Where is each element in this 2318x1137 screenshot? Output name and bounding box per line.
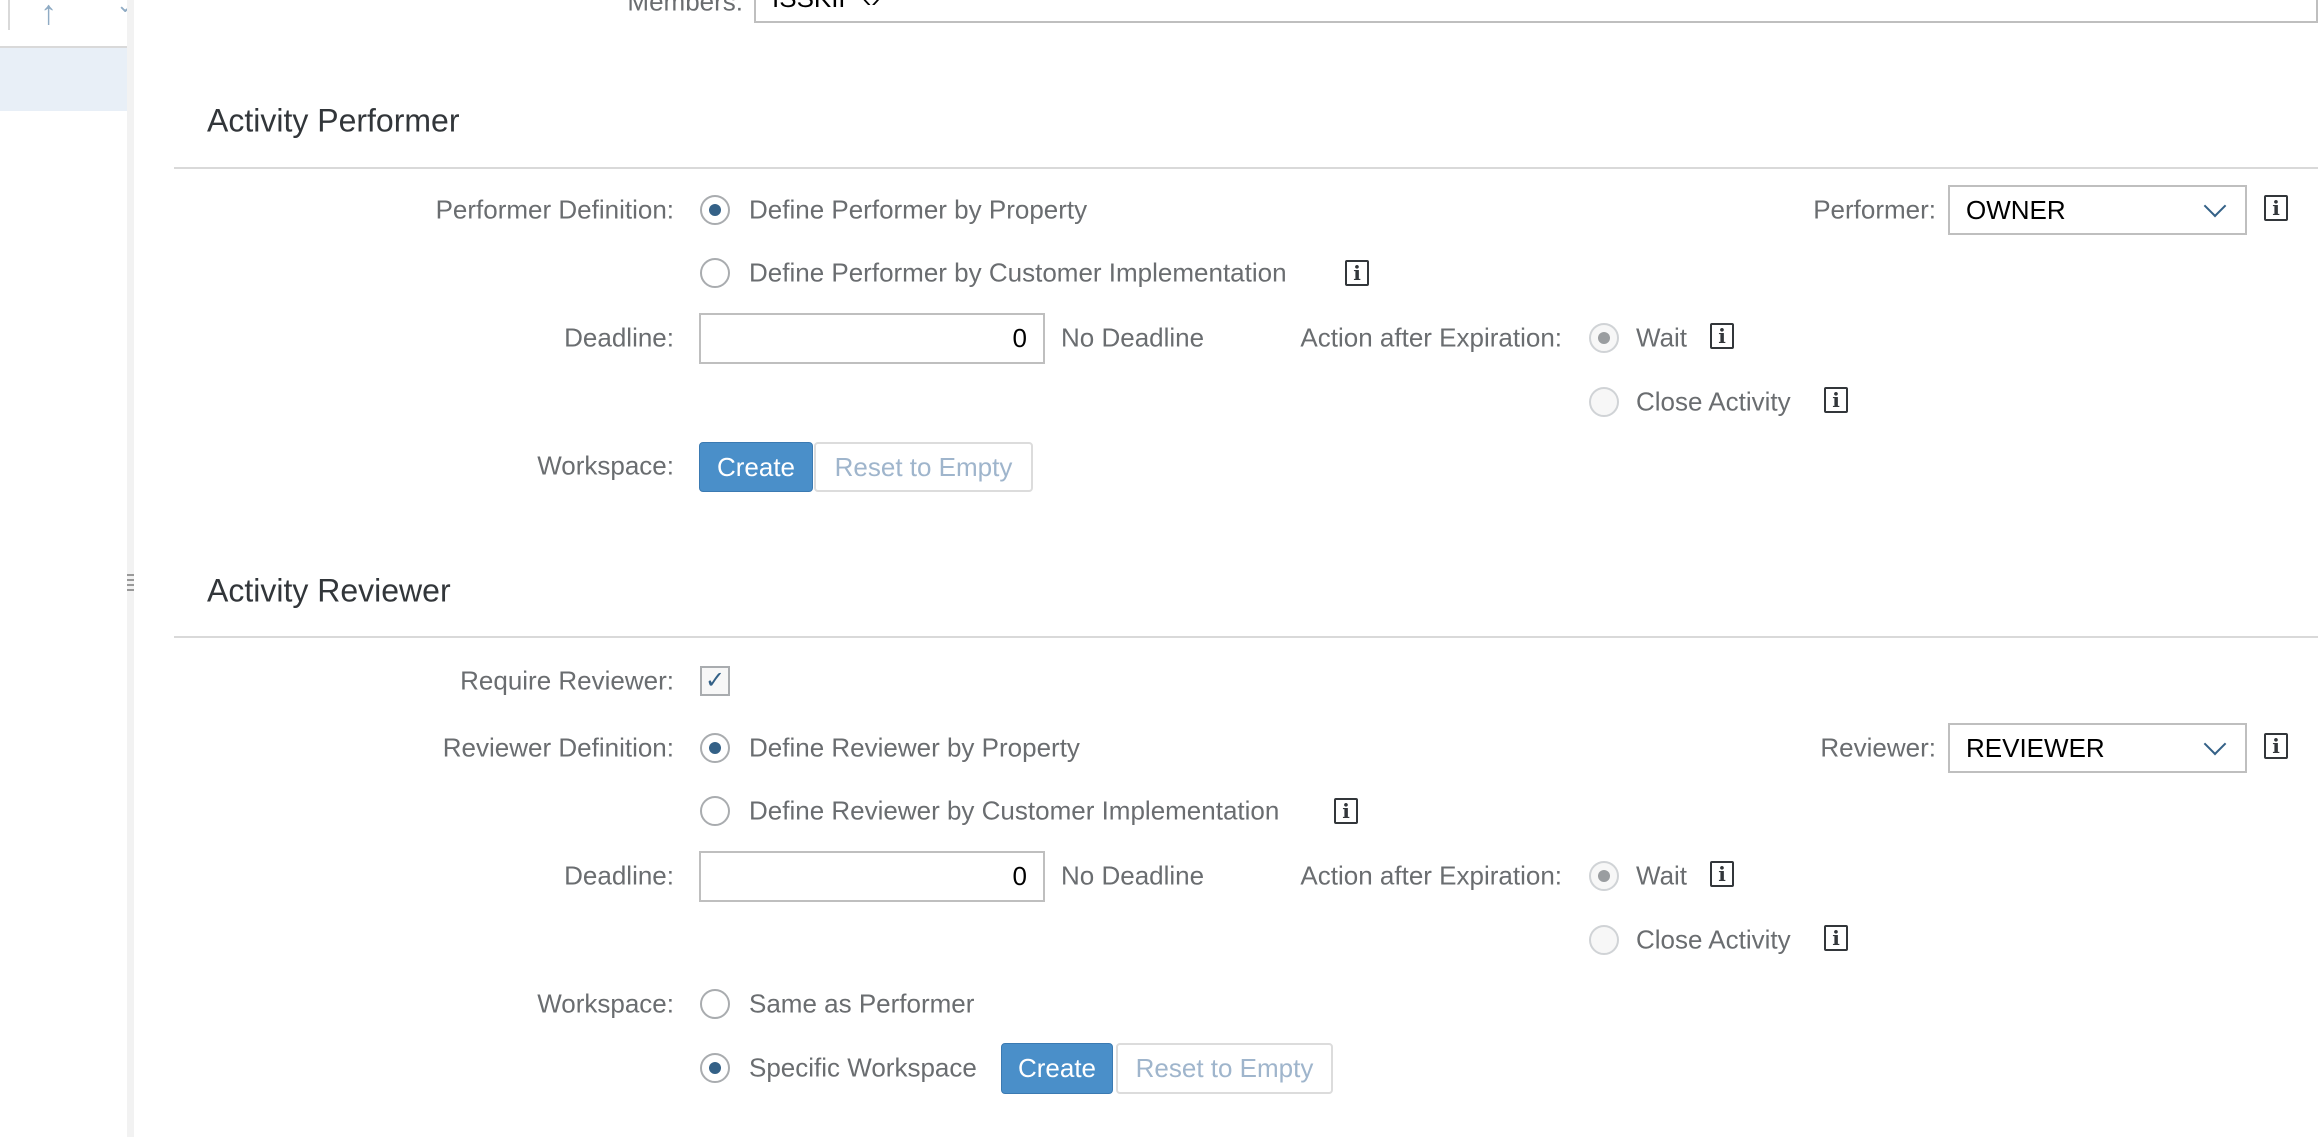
- action-after-expiration-label: Action after Expiration:: [1300, 322, 1562, 353]
- info-icon[interactable]: i: [1334, 798, 1358, 824]
- deadline-label: Deadline:: [564, 322, 674, 353]
- option-specific-workspace[interactable]: Specific Workspace: [749, 1053, 977, 1084]
- info-icon[interactable]: i: [1345, 260, 1369, 286]
- reset-to-empty-button[interactable]: Reset to Empty: [1116, 1043, 1333, 1094]
- splitter[interactable]: [127, 0, 134, 1137]
- selected-tree-item[interactable]: [0, 48, 127, 111]
- radio-wait[interactable]: [1589, 323, 1619, 353]
- performer-label: Performer:: [1813, 194, 1936, 225]
- no-deadline-text: No Deadline: [1061, 860, 1205, 891]
- deadline-label: Deadline:: [564, 860, 674, 891]
- no-deadline-text: No Deadline: [1061, 322, 1205, 353]
- option-close-activity[interactable]: Close Activity: [1636, 387, 1791, 418]
- arrow-up-icon[interactable]: ↑: [40, 0, 57, 33]
- option-reviewer-property[interactable]: Define Reviewer by Property: [749, 733, 1080, 764]
- left-panel: [0, 0, 127, 1137]
- require-reviewer-label: Require Reviewer:: [460, 665, 674, 696]
- deadline-input[interactable]: 0: [699, 313, 1045, 364]
- option-wait[interactable]: Wait: [1636, 323, 1687, 354]
- reviewer-select[interactable]: REVIEWER: [1948, 723, 2247, 773]
- option-wait[interactable]: Wait: [1636, 861, 1687, 892]
- radio-wait[interactable]: [1589, 861, 1619, 891]
- toolbar-separator: [8, 0, 10, 30]
- radio-reviewer-property[interactable]: [700, 733, 730, 763]
- radio-same-as-performer[interactable]: [700, 989, 730, 1019]
- radio-performer-property[interactable]: [700, 195, 730, 225]
- radio-reviewer-custom[interactable]: [700, 796, 730, 826]
- info-icon[interactable]: i: [2264, 195, 2288, 221]
- section-title-reviewer: Activity Reviewer: [207, 572, 451, 609]
- splitter-grip-icon[interactable]: [127, 574, 134, 592]
- members-field[interactable]: ISSKIP ‹›: [754, 0, 2318, 23]
- reviewer-deadline-input[interactable]: 0: [699, 851, 1045, 902]
- info-icon[interactable]: i: [1824, 925, 1848, 951]
- performer-select[interactable]: OWNER: [1948, 185, 2247, 235]
- info-icon[interactable]: i: [2264, 733, 2288, 759]
- create-button[interactable]: Create: [1001, 1043, 1113, 1094]
- deadline-value: 0: [1012, 323, 1027, 353]
- performer-value: OWNER: [1966, 194, 2066, 225]
- reviewer-value: REVIEWER: [1966, 732, 2105, 763]
- chevron-down-icon: [2203, 732, 2227, 756]
- workspace-label: Workspace:: [537, 450, 674, 481]
- action-after-expiration-label: Action after Expiration:: [1300, 860, 1562, 891]
- info-icon[interactable]: i: [1710, 861, 1734, 887]
- radio-performer-custom[interactable]: [700, 258, 730, 288]
- performer-definition-label: Performer Definition:: [435, 194, 674, 225]
- reset-to-empty-button[interactable]: Reset to Empty: [814, 442, 1033, 492]
- info-icon[interactable]: i: [1824, 387, 1848, 413]
- section-divider: [174, 167, 2318, 169]
- radio-close-activity[interactable]: [1589, 387, 1619, 417]
- reviewer-definition-label: Reviewer Definition:: [442, 732, 674, 763]
- option-performer-property[interactable]: Define Performer by Property: [749, 195, 1087, 226]
- create-button[interactable]: Create: [699, 442, 813, 492]
- workspace-label: Workspace:: [537, 988, 674, 1019]
- option-same-as-performer[interactable]: Same as Performer: [749, 989, 974, 1020]
- chevron-down-icon: [2203, 194, 2227, 218]
- require-reviewer-checkbox[interactable]: ✓: [700, 666, 730, 696]
- members-value: ISSKIP: [772, 0, 855, 13]
- option-reviewer-custom[interactable]: Define Reviewer by Customer Implementati…: [749, 796, 1279, 827]
- info-icon[interactable]: i: [1710, 323, 1734, 349]
- code-icon: ‹›: [863, 0, 880, 13]
- section-title-performer: Activity Performer: [207, 102, 460, 139]
- members-label: Members:: [627, 0, 743, 17]
- deadline-value: 0: [1012, 861, 1027, 891]
- option-performer-custom[interactable]: Define Performer by Customer Implementat…: [749, 258, 1287, 289]
- section-divider: [174, 636, 2318, 638]
- option-close-activity[interactable]: Close Activity: [1636, 925, 1791, 956]
- radio-specific-workspace[interactable]: [700, 1053, 730, 1083]
- radio-close-activity[interactable]: [1589, 925, 1619, 955]
- reviewer-label: Reviewer:: [1820, 732, 1936, 763]
